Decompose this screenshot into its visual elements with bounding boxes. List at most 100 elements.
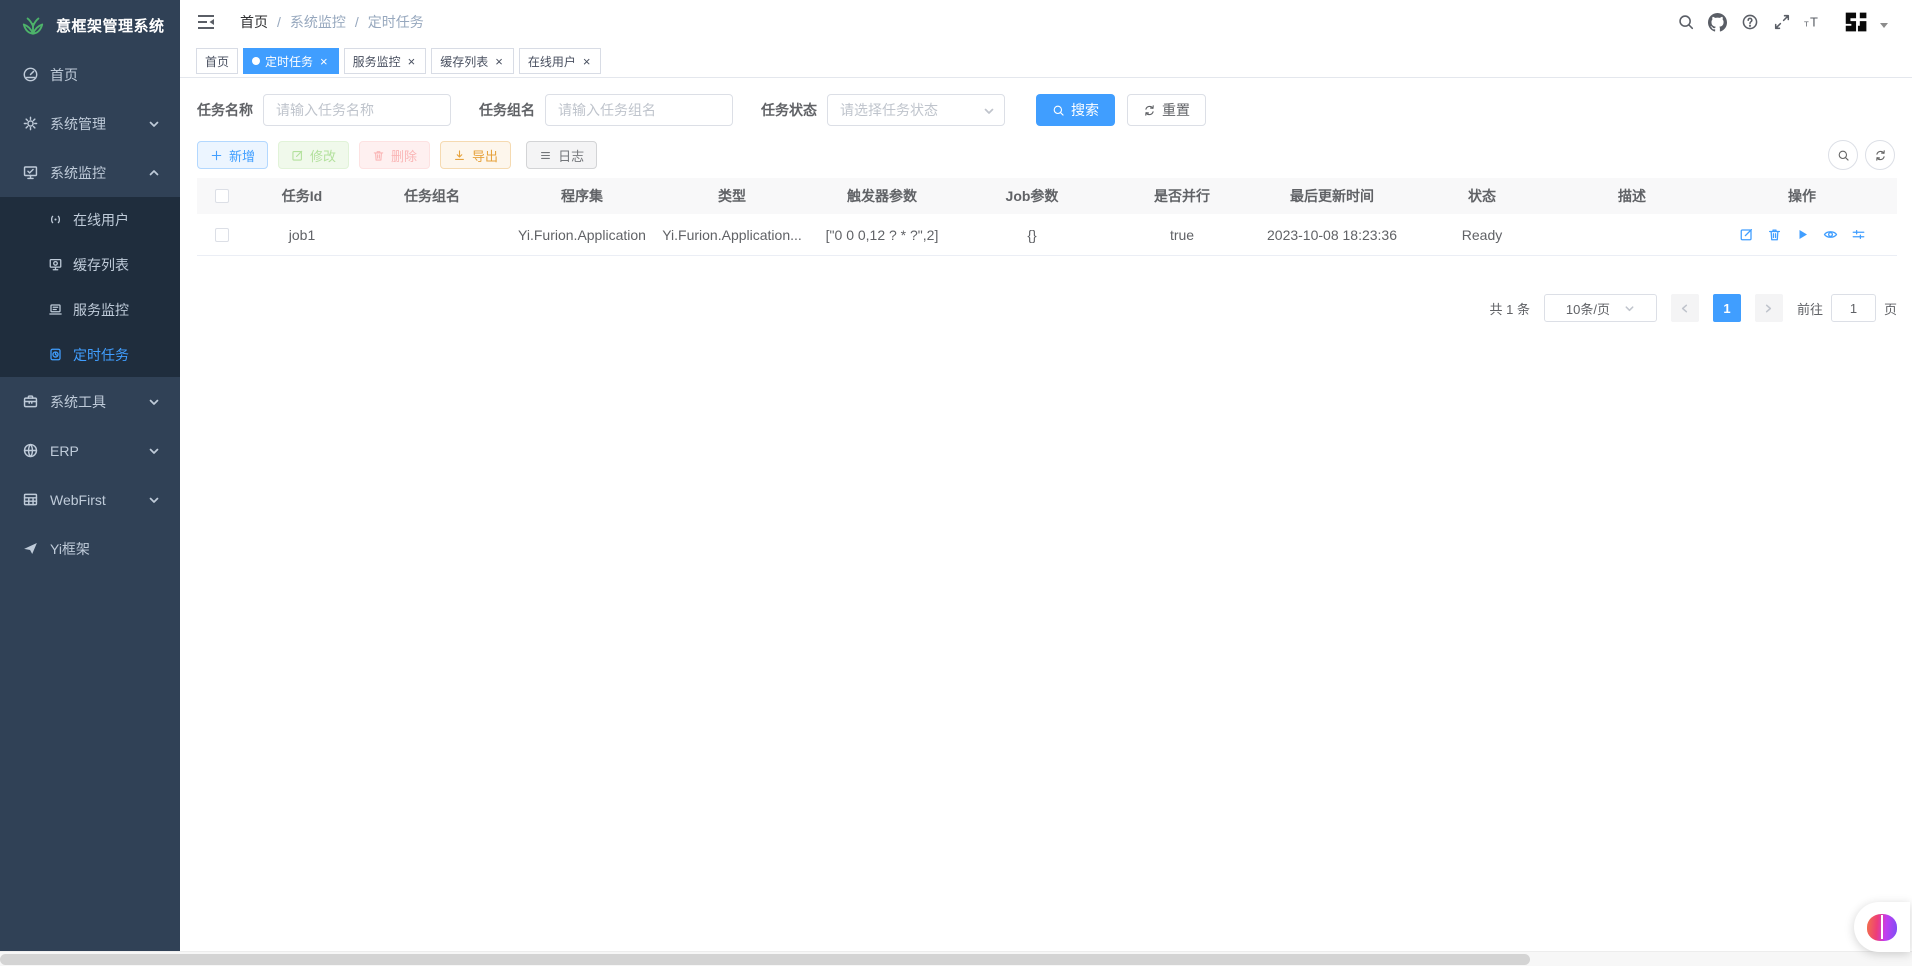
column-header-group: 任务组名	[357, 186, 507, 206]
tab-home[interactable]: 首页	[196, 48, 238, 74]
tab-service-monitor[interactable]: 服务监控 ×	[344, 48, 427, 74]
next-page-button[interactable]	[1755, 294, 1783, 322]
column-header-assembly: 程序集	[507, 186, 657, 206]
app-logo[interactable]: 意框架管理系统	[0, 0, 180, 50]
show-search-button[interactable]	[1828, 140, 1858, 170]
goto-page-input[interactable]	[1831, 294, 1876, 322]
sidebar-menu: 首页 系统管理 系统监控 在线用户 缓存列表	[0, 50, 180, 573]
scrollbar-thumb[interactable]	[0, 954, 1530, 965]
column-header-concurrent: 是否并行	[1107, 186, 1257, 206]
svg-text:T: T	[1804, 19, 1809, 28]
collapse-sidebar-icon[interactable]	[196, 12, 216, 32]
monitor-icon	[22, 164, 39, 181]
search-icon[interactable]	[1676, 13, 1695, 32]
delete-row-icon[interactable]	[1767, 227, 1782, 242]
chevron-down-icon	[148, 396, 160, 408]
active-dot-icon	[252, 57, 260, 65]
dashboard-icon	[22, 66, 39, 83]
trash-icon	[372, 149, 385, 162]
row-checkbox[interactable]	[215, 228, 229, 242]
top-navbar: 首页 / 系统监控 / 定时任务 TT	[180, 0, 1912, 44]
column-header-description: 描述	[1557, 186, 1707, 206]
sidebar-item-webfirst[interactable]: WebFirst	[0, 475, 180, 524]
sidebar-item-home[interactable]: 首页	[0, 50, 180, 99]
page-number-button[interactable]: 1	[1713, 294, 1741, 322]
main-area: 首页 / 系统监控 / 定时任务 TT	[180, 0, 1912, 966]
horizontal-scrollbar[interactable]	[0, 951, 1912, 966]
select-all-checkbox[interactable]	[215, 189, 229, 203]
column-header-task-id: 任务Id	[247, 186, 357, 206]
font-size-icon[interactable]: TT	[1804, 13, 1823, 32]
close-icon[interactable]: ×	[493, 54, 505, 69]
column-header-type: 类型	[657, 186, 807, 206]
edit-button[interactable]: 修改	[278, 141, 349, 169]
timer-icon	[48, 347, 63, 362]
pagination: 共 1 条 10条/页 1 前往 页	[197, 294, 1897, 322]
cell-status: Ready	[1407, 227, 1557, 243]
user-menu[interactable]	[1842, 7, 1888, 37]
task-name-label: 任务名称	[197, 100, 253, 120]
sidebar-item-online-users[interactable]: 在线用户	[0, 197, 180, 242]
fullscreen-icon[interactable]	[1772, 13, 1791, 32]
tab-cache-list[interactable]: 缓存列表 ×	[431, 48, 514, 74]
sidebar-item-system-management[interactable]: 系统管理	[0, 99, 180, 148]
grid-table-icon	[22, 491, 39, 508]
column-header-trigger-params: 触发器参数	[807, 186, 957, 206]
chevron-down-icon	[148, 445, 160, 457]
laptop-icon	[48, 302, 63, 317]
reset-button[interactable]: 重置	[1127, 94, 1206, 126]
close-icon[interactable]: ×	[318, 54, 330, 69]
list-icon	[539, 149, 552, 162]
ai-assistant-button[interactable]	[1854, 902, 1910, 952]
view-icon[interactable]	[1823, 227, 1838, 242]
sidebar-item-yi-framework[interactable]: Yi框架	[0, 524, 180, 573]
breadcrumb-home[interactable]: 首页	[240, 12, 268, 32]
add-button[interactable]: 新增	[197, 141, 268, 169]
refresh-table-button[interactable]	[1865, 140, 1895, 170]
plus-icon	[210, 149, 223, 162]
help-icon[interactable]	[1740, 13, 1759, 32]
column-header-last-updated: 最后更新时间	[1257, 186, 1407, 206]
cell-last-updated: 2023-10-08 18:23:36	[1257, 227, 1407, 243]
task-group-label: 任务组名	[479, 100, 535, 120]
sidebar-item-system-monitor[interactable]: 系统监控	[0, 148, 180, 197]
breadcrumb-page: 定时任务	[368, 12, 424, 32]
page-size-select[interactable]: 10条/页	[1544, 294, 1657, 322]
close-icon[interactable]: ×	[581, 54, 593, 69]
task-name-input[interactable]	[263, 94, 451, 126]
sidebar-item-scheduled-tasks[interactable]: 定时任务	[0, 332, 180, 377]
table-row: job1 Yi.Furion.Application Yi.Furion.App…	[197, 214, 1897, 256]
sidebar-item-service-monitor[interactable]: 服务监控	[0, 287, 180, 332]
app-window: 意框架管理系统 首页 系统管理 系统监控 在线用户	[0, 0, 1912, 966]
close-icon[interactable]: ×	[406, 54, 418, 69]
navbar-actions: TT	[1676, 7, 1888, 37]
column-header-job-params: Job参数	[957, 186, 1107, 206]
run-task-icon[interactable]	[1795, 227, 1810, 242]
search-button[interactable]: 搜索	[1036, 94, 1115, 126]
total-count: 共 1 条	[1490, 299, 1530, 318]
export-button[interactable]: 导出	[440, 141, 511, 169]
task-status-select[interactable]: 请选择任务状态	[827, 94, 1005, 126]
github-icon[interactable]	[1708, 13, 1727, 32]
cell-concurrent: true	[1107, 227, 1257, 243]
chevron-down-icon	[148, 494, 160, 506]
sliders-icon[interactable]	[1851, 227, 1866, 242]
edit-icon	[291, 149, 304, 162]
log-button[interactable]: 日志	[526, 141, 597, 169]
toolbox-icon	[22, 393, 39, 410]
sidebar-item-system-tools[interactable]: 系统工具	[0, 377, 180, 426]
tab-online-users[interactable]: 在线用户 ×	[519, 48, 602, 74]
edit-row-icon[interactable]	[1739, 227, 1754, 242]
task-group-input[interactable]	[545, 94, 733, 126]
prev-page-button[interactable]	[1671, 294, 1699, 322]
cell-assembly: Yi.Furion.Application	[507, 227, 657, 243]
sidebar-item-erp[interactable]: ERP	[0, 426, 180, 475]
chevron-down-icon	[1624, 303, 1635, 314]
table-tools	[1828, 140, 1895, 170]
breadcrumb-section: 系统监控	[290, 12, 346, 32]
tab-scheduled-tasks[interactable]: 定时任务 ×	[243, 48, 339, 74]
sidebar-item-cache-list[interactable]: 缓存列表	[0, 242, 180, 287]
search-icon	[1052, 104, 1065, 117]
delete-button[interactable]: 删除	[359, 141, 430, 169]
page-content: 任务名称 任务组名 任务状态 请选择任务状态 搜索 重置	[180, 78, 1912, 966]
